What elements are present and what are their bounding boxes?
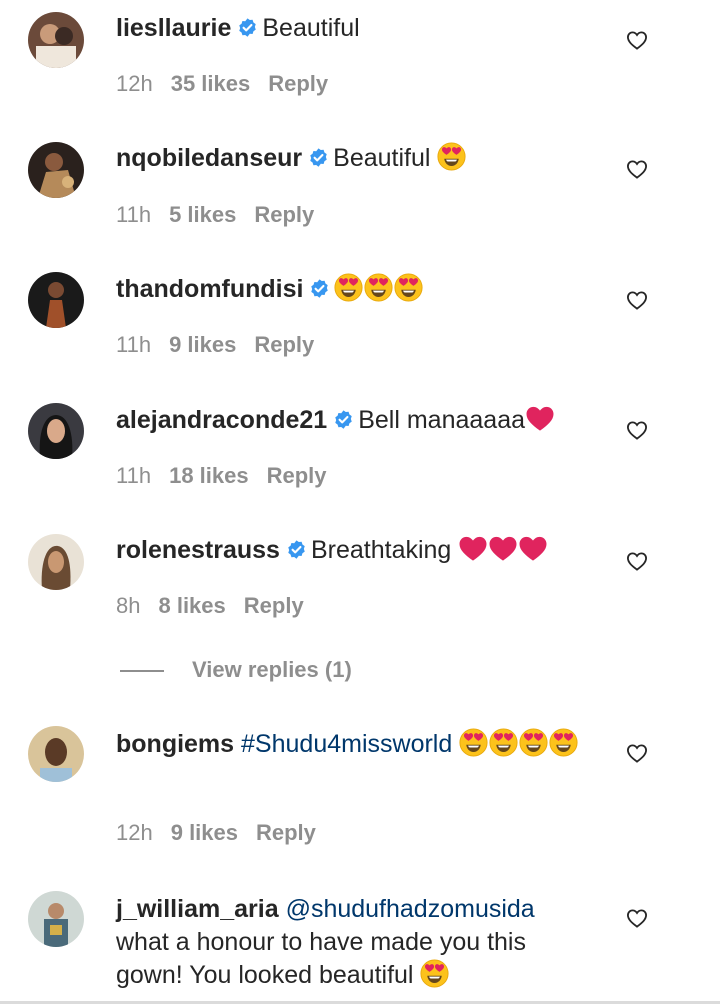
username[interactable]: rolenestrauss	[116, 536, 280, 564]
avatar[interactable]	[28, 142, 84, 198]
comment-text: what a honour to have made you this gown…	[116, 928, 526, 989]
comment-text: Beautiful	[333, 144, 431, 172]
comment-text: Breathtaking	[310, 536, 452, 564]
verified-badge-icon	[308, 147, 329, 168]
username[interactable]: liesllaurie	[116, 14, 231, 42]
heart-outline-icon[interactable]	[626, 420, 648, 440]
reply-button[interactable]: Reply	[268, 71, 328, 96]
heart-eyes-emoji	[394, 273, 423, 302]
comment-time: 11h	[116, 332, 152, 357]
red-heart-emoji	[458, 535, 488, 562]
avatar[interactable]	[28, 272, 84, 328]
heart-outline-icon[interactable]	[626, 551, 648, 571]
red-heart-emoji	[518, 535, 548, 562]
verified-badge-icon	[286, 539, 307, 560]
hashtag-link[interactable]: #Shudu4missworld	[241, 730, 452, 758]
mention-link[interactable]: @shudufhadzomusida	[286, 895, 535, 923]
avatar[interactable]	[28, 534, 84, 590]
heart-eyes-emoji	[459, 728, 488, 757]
verified-badge-icon	[237, 17, 258, 38]
verified-badge-icon	[333, 409, 354, 430]
comment-time: 11h	[116, 463, 152, 488]
avatar[interactable]	[28, 891, 84, 947]
view-replies-button[interactable]: View replies (1)	[120, 657, 352, 683]
heart-eyes-emoji	[549, 728, 578, 757]
likes-count[interactable]: 9 likes	[169, 332, 236, 357]
likes-count[interactable]: 18 likes	[169, 463, 249, 488]
heart-eyes-emoji	[489, 728, 518, 757]
heart-outline-icon[interactable]	[626, 159, 648, 179]
comment-time: 8h	[116, 593, 141, 618]
red-heart-emoji	[525, 405, 555, 432]
comment-time: 12h	[116, 71, 153, 96]
comment-time: 12h	[116, 820, 153, 845]
reply-button[interactable]: Reply	[254, 332, 314, 357]
username[interactable]: nqobiledanseur	[116, 144, 302, 172]
comment-text: Beautiful	[262, 14, 360, 42]
username[interactable]: thandomfundisi	[116, 275, 303, 303]
heart-eyes-emoji	[519, 728, 548, 757]
divider	[120, 670, 164, 673]
heart-eyes-emoji	[437, 142, 466, 171]
username[interactable]: alejandraconde21	[116, 406, 327, 434]
avatar[interactable]	[28, 12, 84, 68]
verified-badge-icon	[309, 278, 330, 299]
heart-outline-icon[interactable]	[626, 743, 648, 763]
username[interactable]: j_william_aria	[116, 895, 279, 923]
reply-button[interactable]: Reply	[254, 202, 314, 227]
username[interactable]: bongiems	[116, 730, 234, 758]
reply-button[interactable]: Reply	[244, 593, 304, 618]
heart-outline-icon[interactable]	[626, 908, 648, 928]
heart-eyes-emoji	[420, 959, 449, 988]
reply-button[interactable]: Reply	[256, 820, 316, 845]
likes-count[interactable]: 35 likes	[171, 71, 251, 96]
avatar[interactable]	[28, 726, 84, 782]
comment-time: 11h	[116, 202, 152, 227]
comment-text: Bell manaaaaa	[358, 406, 526, 434]
red-heart-emoji	[488, 535, 518, 562]
heart-eyes-emoji	[334, 273, 363, 302]
heart-outline-icon[interactable]	[626, 30, 648, 50]
view-replies-label: View replies (1)	[192, 657, 352, 682]
reply-button[interactable]: Reply	[267, 463, 327, 488]
heart-eyes-emoji	[364, 273, 393, 302]
likes-count[interactable]: 8 likes	[158, 593, 225, 618]
likes-count[interactable]: 9 likes	[171, 820, 238, 845]
avatar[interactable]	[28, 403, 84, 459]
likes-count[interactable]: 5 likes	[169, 202, 236, 227]
heart-outline-icon[interactable]	[626, 290, 648, 310]
